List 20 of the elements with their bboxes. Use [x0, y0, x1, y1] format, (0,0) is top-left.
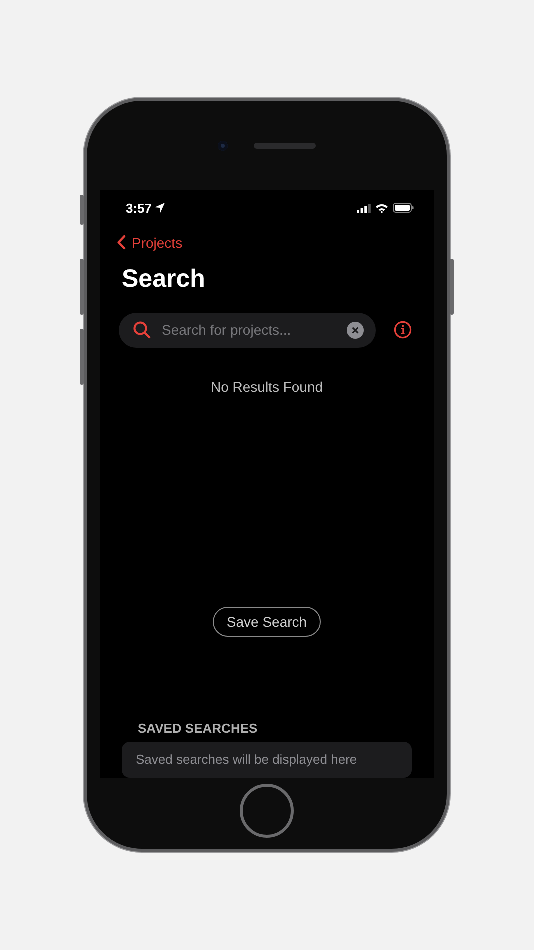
chevron-left-icon: [117, 235, 126, 250]
camera-icon: [218, 140, 228, 150]
speaker-grille: [254, 142, 316, 148]
status-time: 3:57: [126, 200, 152, 216]
empty-message: No Results Found: [210, 378, 324, 395]
section-heading: SAVED SEARCHES: [138, 721, 259, 736]
search-field[interactable]: Search for projects...: [160, 321, 338, 340]
battery-icon: [393, 203, 414, 214]
search-icon: [133, 321, 151, 340]
back-link[interactable]: Projects: [117, 234, 183, 251]
search-bar[interactable]: Search for projects...: [119, 312, 376, 348]
wifi-icon: [376, 204, 388, 213]
signal-icon: [357, 204, 371, 213]
page-title: Search: [122, 264, 206, 295]
info-button[interactable]: [394, 321, 412, 340]
location-arrow-icon: [155, 203, 166, 214]
close-icon: [352, 326, 359, 334]
save-search-button[interactable]: Save Search: [212, 606, 322, 637]
empty-saved-text: Saved searches will be displayed here: [136, 752, 358, 767]
clear-button[interactable]: [347, 322, 364, 339]
